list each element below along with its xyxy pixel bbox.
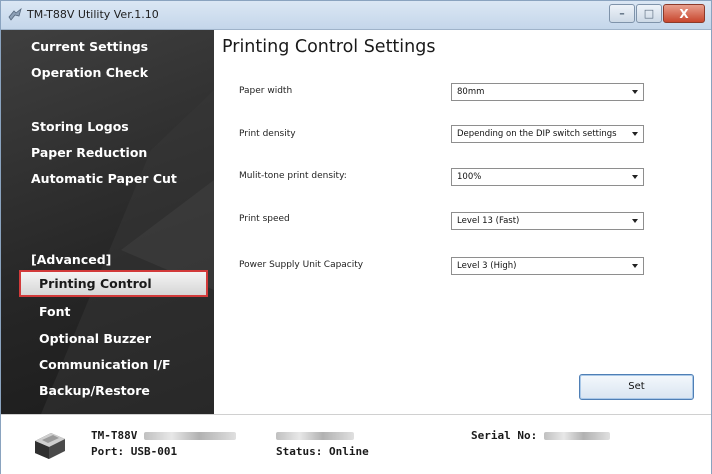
sidebar-item-storing-logos[interactable]: Storing Logos	[31, 119, 129, 134]
maximize-button[interactable]: □	[636, 4, 662, 23]
multitone-density-label: Mulit-tone print density:	[239, 171, 347, 181]
paper-width-select[interactable]: 80mm	[451, 83, 644, 101]
multitone-density-select[interactable]: 100%	[451, 168, 644, 186]
sidebar-item-font[interactable]: Font	[39, 304, 71, 319]
app-icon	[8, 7, 22, 21]
serial-label: Serial No:	[471, 429, 538, 442]
sidebar-item-paper-reduction[interactable]: Paper Reduction	[31, 145, 147, 160]
sidebar-item-optional-buzzer[interactable]: Optional Buzzer	[39, 331, 151, 346]
dropdown-arrow-icon	[632, 264, 638, 268]
redacted-printer-name	[276, 429, 354, 442]
printer-model-text: TM-T88V	[91, 429, 138, 442]
sidebar-item-automatic-paper-cut[interactable]: Automatic Paper Cut	[31, 171, 177, 186]
print-speed-value: Level 13 (Fast)	[457, 216, 520, 226]
sidebar-item-operation-check[interactable]: Operation Check	[31, 65, 148, 80]
print-density-label: Print density	[239, 129, 296, 139]
multitone-density-value: 100%	[457, 172, 482, 182]
set-button-label: Set	[628, 381, 645, 392]
window-title: TM-T88V Utility Ver.1.10	[27, 8, 159, 21]
dropdown-arrow-icon	[632, 90, 638, 94]
dropdown-arrow-icon	[632, 175, 638, 179]
power-supply-capacity-value: Level 3 (High)	[457, 261, 517, 271]
print-density-select[interactable]: Depending on the DIP switch settings	[451, 125, 644, 143]
close-button[interactable]: X	[663, 4, 705, 23]
print-speed-label: Print speed	[239, 214, 290, 224]
printer-model: TM-T88V	[91, 429, 236, 442]
sidebar-item-communication-if[interactable]: Communication I/F	[39, 357, 171, 372]
close-icon: X	[679, 6, 689, 21]
sidebar-section-advanced: [Advanced]	[31, 252, 112, 267]
printer-icon	[35, 433, 65, 459]
paper-width-value: 80mm	[457, 87, 485, 97]
redacted-model-detail	[143, 432, 236, 440]
sidebar-item-label: Printing Control	[39, 276, 152, 291]
status-bar: TM-T88V Port: USB-001 Status: Online Ser…	[1, 414, 711, 474]
set-button[interactable]: Set	[579, 374, 694, 400]
dropdown-arrow-icon	[632, 219, 638, 223]
minimize-icon: –	[619, 7, 625, 20]
power-supply-capacity-label: Power Supply Unit Capacity	[239, 260, 364, 270]
title-bar: TM-T88V Utility Ver.1.10 – □ X	[1, 1, 711, 30]
dropdown-arrow-icon	[632, 132, 638, 136]
sidebar-item-backup-restore[interactable]: Backup/Restore	[39, 383, 150, 398]
window-controls: – □ X	[608, 4, 705, 23]
sidebar-item-current-settings[interactable]: Current Settings	[31, 39, 148, 54]
utility-window: TM-T88V Utility Ver.1.10 – □ X Current S…	[0, 0, 712, 474]
print-speed-select[interactable]: Level 13 (Fast)	[451, 212, 644, 230]
paper-width-label: Paper width	[239, 86, 293, 96]
port-text: Port: USB-001	[91, 445, 178, 458]
page-title: Printing Control Settings	[222, 37, 436, 57]
status-text: Status: Online	[276, 445, 369, 458]
redacted-serial	[543, 432, 610, 440]
power-supply-capacity-select[interactable]: Level 3 (High)	[451, 257, 644, 275]
minimize-button[interactable]: –	[609, 4, 635, 23]
sidebar: Current Settings Operation Check Storing…	[1, 30, 214, 414]
sidebar-item-printing-control[interactable]: Printing Control	[19, 270, 208, 297]
serial-number: Serial No:	[471, 429, 610, 442]
maximize-icon: □	[643, 7, 655, 20]
main-panel: Printing Control Settings Paper width 80…	[214, 30, 711, 414]
print-density-value: Depending on the DIP switch settings	[457, 129, 617, 139]
